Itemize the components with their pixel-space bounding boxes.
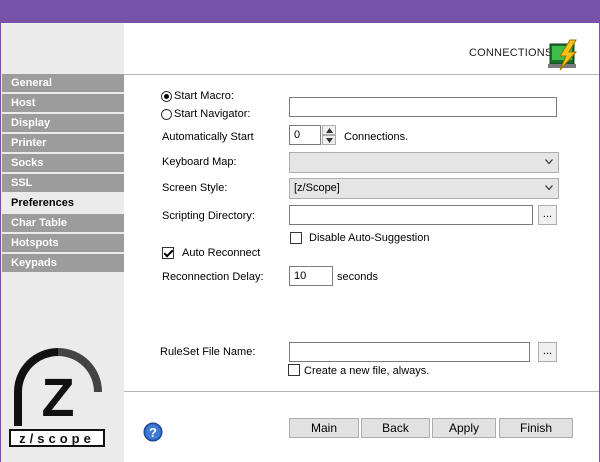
chevron-down-icon [545,185,553,191]
sidebar-item-printer[interactable]: Printer [2,134,124,152]
reconnect-delay-input[interactable]: 10 [289,266,333,286]
sidebar-nav: General Host Display Printer Socks SSL P… [2,74,124,274]
create-new-file-label: Create a new file, always. [304,365,430,377]
sidebar-item-hotspots[interactable]: Hotspots [2,234,124,252]
svg-text:?: ? [149,425,157,440]
start-macro-label: Start Macro: [174,90,234,102]
sidebar-item-display[interactable]: Display [2,114,124,132]
back-button[interactable]: Back [361,418,430,438]
start-navigator-input[interactable] [289,97,557,117]
sidebar-item-host[interactable]: Host [2,94,124,112]
connections-bolt-icon [548,39,578,71]
page-title: CONNECTIONS [469,47,553,59]
help-icon[interactable]: ? [143,422,163,442]
sidebar-item-socks[interactable]: Socks [2,154,124,172]
logo-letter: Z [42,368,75,428]
create-new-file-checkbox[interactable] [288,364,300,376]
chevron-down-icon [545,159,553,165]
logo-text: z/scope [19,431,95,446]
header-separator [124,74,599,75]
scripting-directory-label: Scripting Directory: [162,210,255,222]
finish-button[interactable]: Finish [499,418,573,438]
start-navigator-label: Start Navigator: [174,108,251,120]
start-macro-radio[interactable] [161,91,172,102]
auto-reconnect-checkbox[interactable] [162,247,174,259]
ruleset-file-input[interactable] [289,342,530,362]
apply-button[interactable]: Apply [432,418,496,438]
auto-start-count-input[interactable]: 0 [289,125,321,145]
sidebar-item-general[interactable]: General [2,74,124,92]
screen-style-value: [z/Scope] [294,182,340,194]
zscope-logo: Z z/scope [9,348,105,447]
scripting-directory-browse-button[interactable]: ... [538,205,557,225]
sidebar-item-preferences[interactable]: Preferences [2,194,124,212]
triangle-down-icon [326,138,333,143]
sidebar-item-ssl[interactable]: SSL [2,174,124,192]
main-button[interactable]: Main [289,418,359,438]
ruleset-file-browse-button[interactable]: ... [538,342,557,362]
screen-style-label: Screen Style: [162,182,228,194]
keyboard-map-label: Keyboard Map: [162,156,237,168]
sidebar-item-char-table[interactable]: Char Table [2,214,124,232]
ruleset-file-label: RuleSet File Name: [160,346,256,358]
sidebar-item-keypads[interactable]: Keypads [2,254,124,272]
reconnect-delay-suffix: seconds [337,271,378,283]
start-navigator-radio[interactable] [161,109,172,120]
keyboard-map-select[interactable] [289,152,559,173]
window-titlebar[interactable] [0,0,600,23]
auto-start-label: Automatically Start [162,131,254,143]
auto-reconnect-label: Auto Reconnect [182,247,261,259]
spin-up-button[interactable] [322,125,336,135]
spin-down-button[interactable] [322,135,336,145]
screen-style-select[interactable]: [z/Scope] [289,178,559,199]
reconnect-delay-label: Reconnection Delay: [162,271,264,283]
triangle-up-icon [326,128,333,133]
auto-start-spinner[interactable] [322,125,336,145]
disable-autosuggest-label: Disable Auto-Suggestion [309,232,430,244]
footer-separator [124,391,599,392]
disable-autosuggest-checkbox[interactable] [290,232,302,244]
scripting-directory-input[interactable] [289,205,533,225]
auto-start-suffix: Connections. [344,131,409,143]
